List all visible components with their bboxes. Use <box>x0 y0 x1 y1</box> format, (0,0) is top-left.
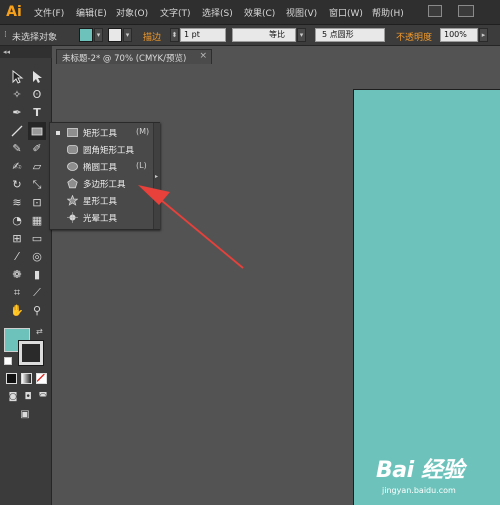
symbol-sprayer-icon[interactable]: ❁ <box>8 266 26 284</box>
flyout-item-star[interactable]: 星形工具 <box>50 192 152 209</box>
rotate-tool-icon[interactable]: ↻ <box>8 176 26 194</box>
arrange-documents-icon[interactable] <box>458 5 474 17</box>
brush-select[interactable]: 5 点圆形 <box>315 28 385 42</box>
menu-view[interactable]: 视图(V) <box>286 6 317 19</box>
flyout-item-label: 星形工具 <box>83 197 118 207</box>
perspective-grid-icon[interactable]: ▦ <box>28 212 46 230</box>
annotation-arrow-shaft <box>160 199 244 269</box>
menu-edit[interactable]: 编辑(E) <box>76 6 107 19</box>
scale-tool-icon[interactable]: ⤡ <box>28 176 46 194</box>
blend-tool-icon[interactable]: ◎ <box>28 248 46 266</box>
app-logo: Ai <box>4 2 24 22</box>
default-colors-icon[interactable] <box>4 357 12 365</box>
line-tool-icon[interactable] <box>8 122 26 140</box>
stroke-weight-field[interactable]: 1 pt <box>180 28 226 42</box>
rounded-rectangle-icon <box>67 145 78 154</box>
pen-tool-icon[interactable]: ✒ <box>8 104 26 122</box>
artboard[interactable] <box>353 89 500 505</box>
opacity-label[interactable]: 不透明度 <box>396 30 432 43</box>
menu-window[interactable]: 窗口(W) <box>329 6 363 19</box>
stroke-swatch[interactable] <box>108 28 122 42</box>
watermark-logo: Bai 经验 <box>376 458 464 483</box>
chevron-down-icon[interactable]: ▾ <box>123 28 132 42</box>
blob-brush-icon[interactable]: ✍ <box>8 158 26 176</box>
stroke-color-box[interactable] <box>18 340 44 366</box>
grip-icon: ⁞ <box>4 30 7 40</box>
eraser-icon[interactable]: ▱ <box>28 158 46 176</box>
draw-inside-icon[interactable]: ◚ <box>34 388 52 406</box>
polygon-icon <box>67 178 78 189</box>
magic-wand-icon[interactable]: ✧ <box>8 86 26 104</box>
selection-status: 未选择对象 <box>12 33 58 43</box>
swap-colors-icon[interactable]: ⇄ <box>36 327 43 336</box>
type-tool-icon[interactable]: T <box>28 104 46 122</box>
direct-selection-tool-icon[interactable] <box>28 68 46 86</box>
chevron-right-icon: ▸ <box>155 173 159 180</box>
flyout-item-flare[interactable]: 光晕工具 <box>50 209 152 226</box>
screen-mode-icon[interactable]: ▣ <box>16 406 34 424</box>
menu-object[interactable]: 对象(O) <box>116 6 148 19</box>
document-tab[interactable]: 未标题-2* @ 70% (CMYK/预览) × <box>56 49 212 64</box>
flyout-item-ellipse[interactable]: 椭圆工具 (L) <box>50 158 152 175</box>
flare-icon <box>67 212 78 223</box>
menu-select[interactable]: 选择(S) <box>202 6 233 19</box>
menu-type[interactable]: 文字(T) <box>160 6 191 19</box>
selected-bullet-icon <box>56 131 60 135</box>
watermark-url: jingyan.baidu.com <box>382 486 456 495</box>
star-icon <box>67 195 78 206</box>
opacity-field[interactable]: 100% <box>440 28 478 42</box>
tools-panel: ◂◂ ✧ ʘ ✒ T ✎ ✐ ✍ ▱ ↻ ⤡ ≋ ⊡ ◔ ▦ ⊞ ▭ ⁄ ◎ ❁… <box>0 46 52 505</box>
hand-tool-icon[interactable]: ✋ <box>8 302 26 320</box>
gradient-mode-icon[interactable] <box>21 373 32 384</box>
flyout-item-label: 多边形工具 <box>83 180 126 190</box>
menu-bar: Ai 文件(F) 编辑(E) 对象(O) 文字(T) 选择(S) 效果(C) 视… <box>0 0 500 25</box>
watermark: Bai 经验 jingyan.baidu.com <box>376 452 500 500</box>
fill-swatch[interactable] <box>79 28 93 42</box>
document-tab-label: 未标题-2* @ 70% (CMYK/预览) <box>62 54 187 64</box>
chevron-down-icon[interactable]: ▾ <box>94 28 103 42</box>
chevron-down-icon[interactable]: ▾ <box>297 28 306 42</box>
paintbrush-icon[interactable]: ✎ <box>8 140 26 158</box>
none-mode-icon[interactable] <box>36 373 47 384</box>
slice-tool-icon[interactable]: ⟋ <box>28 284 46 302</box>
artboard-tool-icon[interactable]: ⌗ <box>8 284 26 302</box>
shape-builder-icon[interactable]: ◔ <box>8 212 26 230</box>
rectangle-tool-icon[interactable] <box>28 122 46 140</box>
width-tool-icon[interactable]: ≋ <box>8 194 26 212</box>
color-mode-icon[interactable] <box>6 373 17 384</box>
stroke-style-select[interactable]: 等比 <box>232 28 296 42</box>
mesh-tool-icon[interactable]: ⊞ <box>8 230 26 248</box>
flyout-item-rectangle[interactable]: 矩形工具 (M) <box>50 124 152 141</box>
flyout-item-shortcut: (L) <box>136 161 147 170</box>
control-bar: ⁞ 未选择对象 ▾ ▾ 描边 ⬍ 1 pt 等比 ▾ 5 点圆形 不透明度 10… <box>0 25 500 46</box>
menu-help[interactable]: 帮助(H) <box>372 6 404 19</box>
flyout-item-polygon[interactable]: 多边形工具 <box>50 175 152 192</box>
flyout-item-label: 椭圆工具 <box>83 163 118 173</box>
tools-panel-header[interactable]: ◂◂ <box>0 46 52 58</box>
menu-effect[interactable]: 效果(C) <box>244 6 275 19</box>
flyout-item-label: 矩形工具 <box>83 129 118 139</box>
zoom-tool-icon[interactable]: ⚲ <box>28 302 46 320</box>
flyout-item-shortcut: (M) <box>136 127 150 136</box>
tearoff-handle[interactable]: ▸ <box>153 123 160 229</box>
flyout-item-rounded-rectangle[interactable]: 圆角矩形工具 <box>50 141 152 158</box>
gradient-tool-icon[interactable]: ▭ <box>28 230 46 248</box>
stepper-icon[interactable]: ⬍ <box>170 28 179 42</box>
bridge-icon[interactable] <box>428 5 442 17</box>
free-transform-icon[interactable]: ⊡ <box>28 194 46 212</box>
column-graph-icon[interactable]: ▮ <box>28 266 46 284</box>
chevron-right-icon[interactable]: ▸ <box>479 28 488 42</box>
lasso-icon[interactable]: ʘ <box>28 86 46 104</box>
ellipse-icon <box>67 162 78 171</box>
stroke-label[interactable]: 描边 <box>143 30 161 43</box>
flyout-item-label: 圆角矩形工具 <box>83 146 135 156</box>
menu-file[interactable]: 文件(F) <box>34 6 64 19</box>
shape-tools-flyout: 矩形工具 (M) 圆角矩形工具 椭圆工具 (L) 多边形工具 星形工具 光晕工具… <box>49 122 160 230</box>
close-icon[interactable]: × <box>199 51 207 61</box>
rectangle-icon <box>67 128 78 137</box>
eyedropper-icon[interactable]: ⁄ <box>8 248 26 266</box>
selection-tool-icon[interactable] <box>8 68 26 86</box>
pencil-icon[interactable]: ✐ <box>28 140 46 158</box>
flyout-item-label: 光晕工具 <box>83 214 118 224</box>
